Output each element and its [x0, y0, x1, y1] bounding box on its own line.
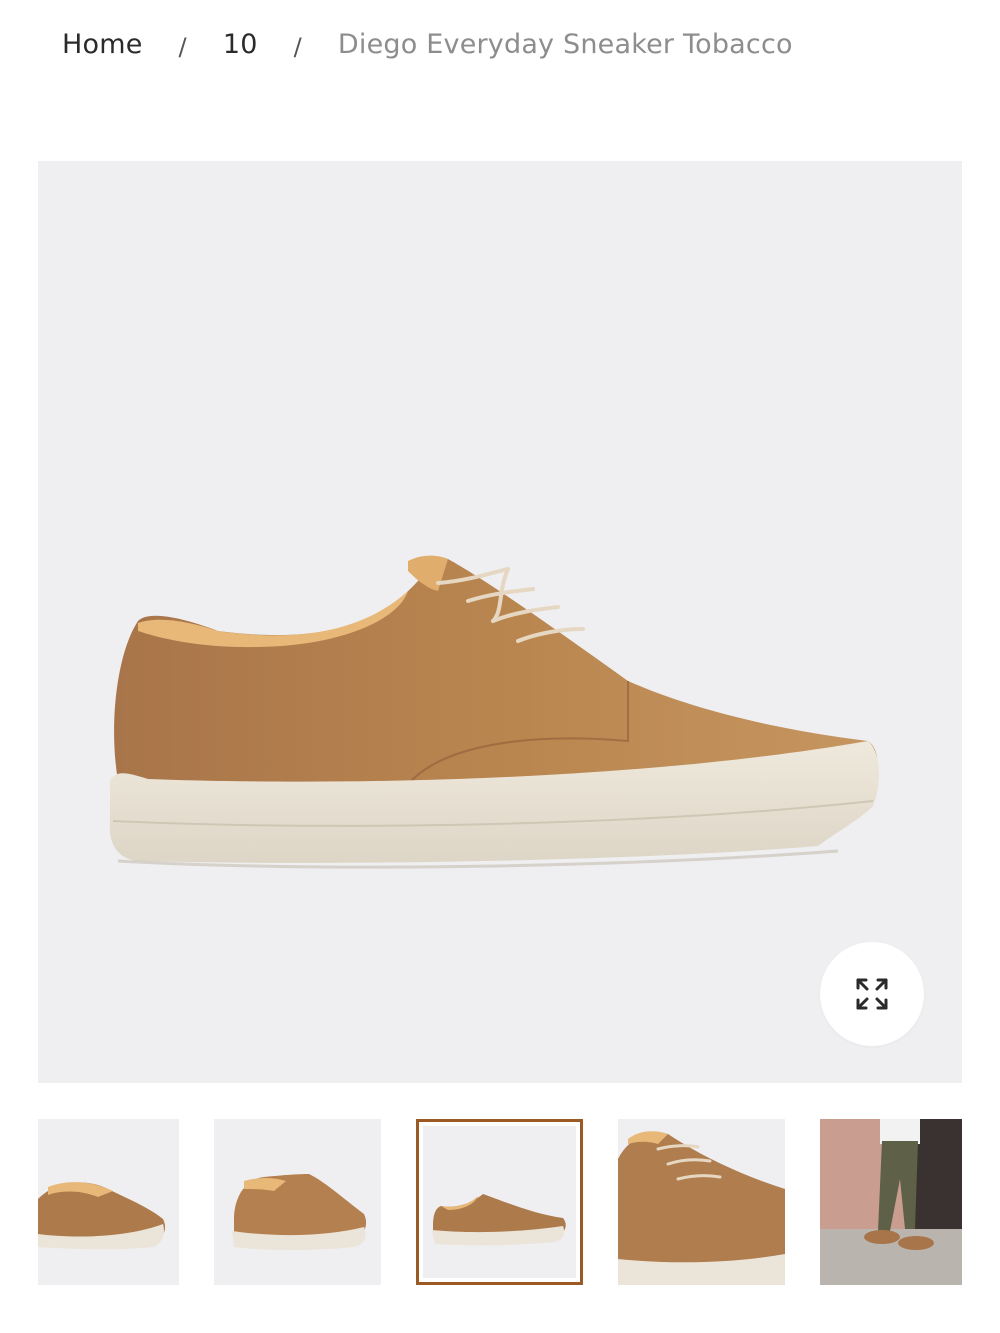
expand-arrows-icon: [856, 978, 888, 1010]
breadcrumb-home-link[interactable]: Home: [62, 29, 143, 60]
breadcrumb-separator: /: [293, 33, 302, 61]
expand-image-button[interactable]: [820, 942, 924, 1046]
product-main-image[interactable]: [38, 161, 962, 1083]
breadcrumb-collection-link[interactable]: 10: [223, 29, 258, 60]
thumbnail-3-selected[interactable]: [416, 1119, 583, 1285]
thumbnail-4[interactable]: [618, 1119, 785, 1285]
breadcrumb: Home / 10 / Diego Everyday Sneaker Tobac…: [62, 24, 793, 64]
thumbnail-1[interactable]: [38, 1119, 179, 1285]
breadcrumb-current: Diego Everyday Sneaker Tobacco: [337, 28, 793, 60]
breadcrumb-separator: /: [178, 33, 187, 61]
thumbnail-2[interactable]: [214, 1119, 381, 1285]
thumbnail-5[interactable]: [820, 1119, 962, 1285]
